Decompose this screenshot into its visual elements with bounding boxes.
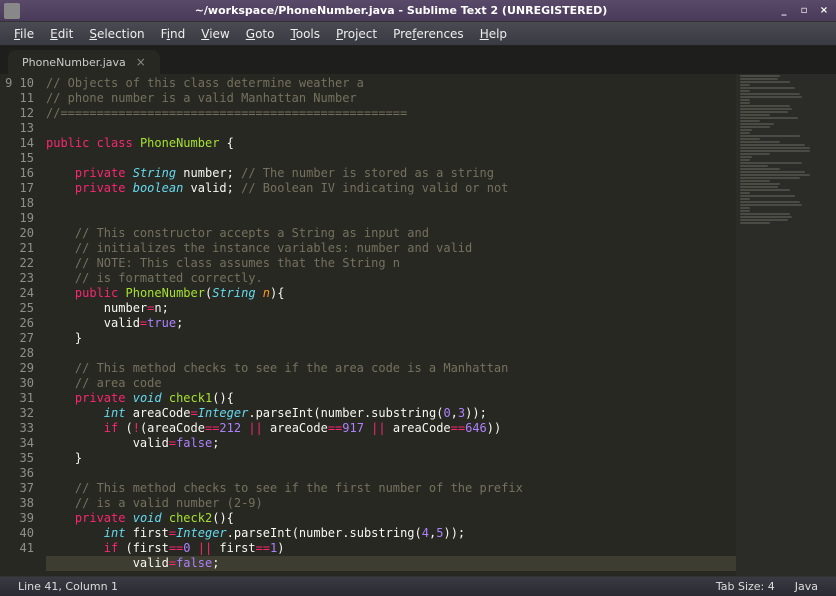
code-editor[interactable]: // Objects of this class determine weath…: [40, 74, 736, 576]
menu-goto[interactable]: Goto: [238, 25, 283, 43]
menu-help[interactable]: Help: [472, 25, 515, 43]
maximize-button[interactable]: ▫: [796, 4, 812, 18]
tab-label: PhoneNumber.java: [22, 56, 126, 69]
menu-find[interactable]: Find: [153, 25, 194, 43]
menu-edit[interactable]: Edit: [42, 25, 81, 43]
gutter: 9 10 11 12 13 14 15 16 17 18 19 20 21 22…: [0, 74, 40, 576]
statusbar: Line 41, Column 1 Tab Size: 4 Java: [0, 576, 836, 596]
status-position[interactable]: Line 41, Column 1: [8, 580, 128, 593]
menu-view[interactable]: View: [193, 25, 237, 43]
tabbar: PhoneNumber.java ×: [0, 46, 836, 74]
menu-project[interactable]: Project: [328, 25, 385, 43]
minimap[interactable]: [736, 74, 836, 576]
editor-area[interactable]: 9 10 11 12 13 14 15 16 17 18 19 20 21 22…: [0, 74, 836, 576]
status-tabsize[interactable]: Tab Size: 4: [706, 580, 785, 593]
app-icon: [4, 3, 20, 19]
menu-preferences[interactable]: Preferences: [385, 25, 472, 43]
close-button[interactable]: ×: [816, 4, 832, 18]
tab-close-icon[interactable]: ×: [136, 55, 146, 69]
window-controls: _ ▫ ×: [776, 4, 832, 18]
titlebar: ~/workspace/PhoneNumber.java - Sublime T…: [0, 0, 836, 22]
menu-file[interactable]: File: [6, 25, 42, 43]
window-title: ~/workspace/PhoneNumber.java - Sublime T…: [26, 4, 776, 17]
menu-selection[interactable]: Selection: [81, 25, 152, 43]
tab-phonenumber[interactable]: PhoneNumber.java ×: [8, 50, 160, 74]
menubar: File Edit Selection Find View Goto Tools…: [0, 22, 836, 46]
menu-tools[interactable]: Tools: [282, 25, 328, 43]
minimize-button[interactable]: _: [776, 4, 792, 18]
status-language[interactable]: Java: [785, 580, 828, 593]
